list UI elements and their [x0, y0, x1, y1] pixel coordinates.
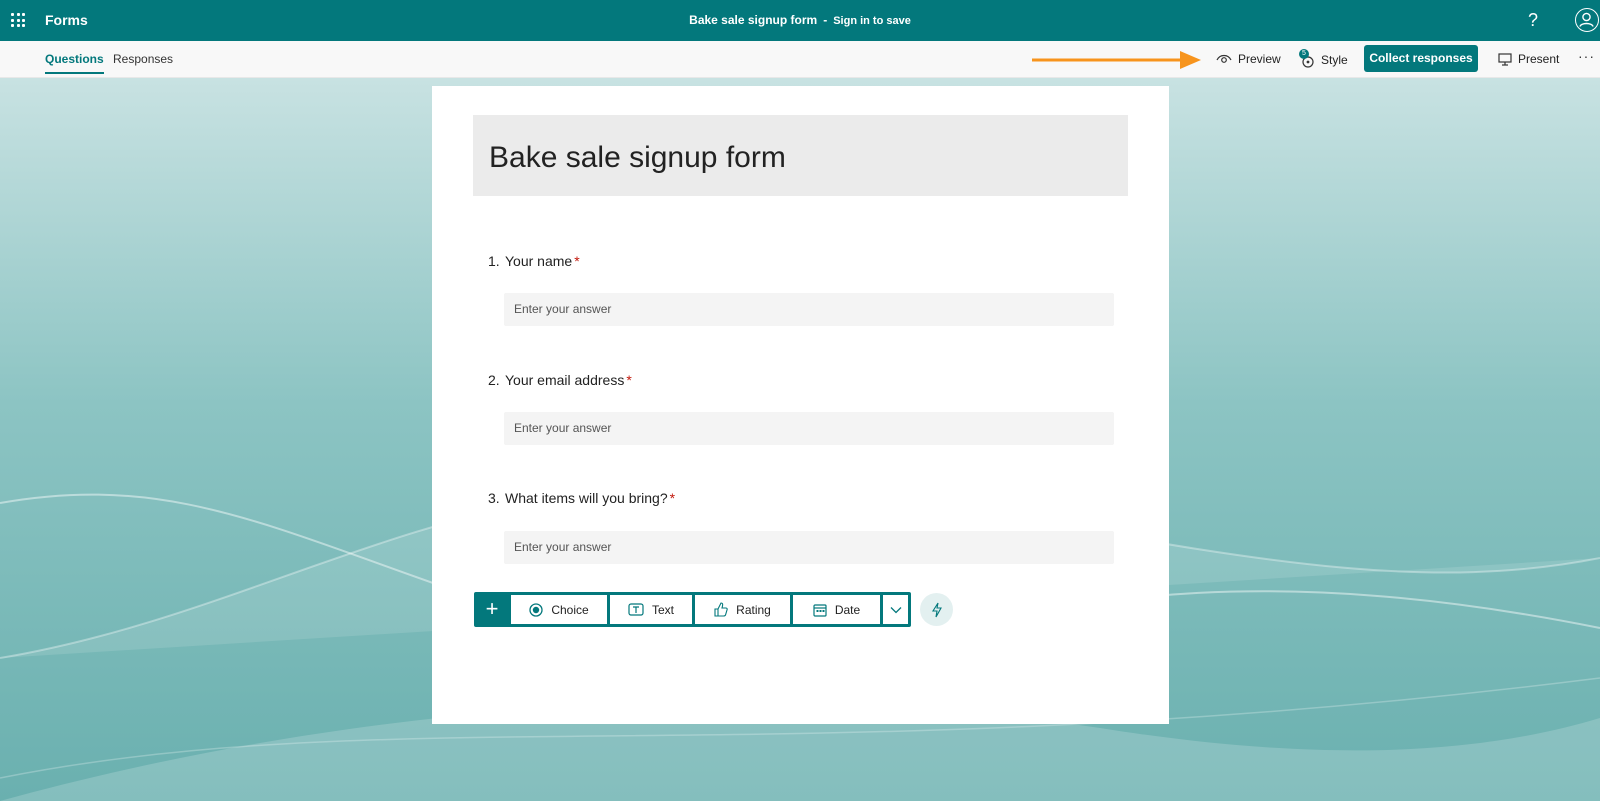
radio-icon: [529, 602, 543, 617]
form-title-header[interactable]: Bake sale signup form: [473, 115, 1128, 196]
answer-input-3[interactable]: [504, 531, 1114, 564]
question-1[interactable]: 1. Your name *: [488, 253, 580, 269]
answer-input-1[interactable]: [504, 293, 1114, 326]
question-text: What items will you bring?: [505, 490, 668, 506]
form-title: Bake sale signup form: [489, 141, 786, 174]
answer-input-2[interactable]: [504, 412, 1114, 445]
question-text: Your email address: [505, 372, 625, 388]
style-label: Style: [1321, 53, 1348, 67]
tab-responses[interactable]: Responses: [113, 52, 173, 66]
required-mark: *: [626, 372, 632, 388]
add-question-bar: + Choice Text Rating Date: [474, 592, 911, 627]
text-icon: [628, 603, 644, 616]
command-bar: Questions Responses: [0, 41, 1600, 78]
present-button[interactable]: Present: [1498, 52, 1559, 66]
account-icon[interactable]: [1575, 8, 1599, 32]
thumbs-up-icon: [714, 602, 728, 617]
form-card: Bake sale signup form 1.Your name* 2.You…: [432, 86, 1169, 724]
quick-suggestion-button[interactable]: [920, 593, 953, 626]
eye-icon: [1216, 54, 1232, 63]
document-title-area: Bake sale signup form - Sign in to save: [0, 13, 1600, 27]
more-options-icon[interactable]: ···: [1578, 48, 1595, 64]
question-3[interactable]: 3. What items will you bring? *: [488, 490, 675, 506]
add-text-button[interactable]: Text: [610, 595, 692, 624]
monitor-icon: [1498, 52, 1512, 66]
sign-in-to-save-link[interactable]: Sign in to save: [833, 15, 911, 27]
preview-label: Preview: [1238, 52, 1281, 66]
rating-label: Rating: [736, 602, 771, 617]
text-label: Text: [651, 602, 674, 617]
help-icon[interactable]: ?: [1528, 10, 1538, 31]
required-mark: *: [574, 253, 580, 269]
question-2[interactable]: 2. Your email address *: [488, 372, 632, 388]
question-number: 3.: [488, 490, 500, 506]
add-date-button[interactable]: Date: [793, 595, 880, 624]
question-number: 1.: [488, 253, 500, 269]
add-question-button[interactable]: +: [474, 592, 510, 627]
chevron-down-icon: [890, 606, 901, 613]
choice-label: Choice: [551, 602, 589, 617]
document-title[interactable]: Bake sale signup form: [689, 13, 817, 27]
tab-questions-label: Questions: [45, 52, 104, 66]
preview-button[interactable]: Preview: [1216, 52, 1281, 66]
palette-icon: 5: [1299, 49, 1315, 68]
style-button[interactable]: 5 Style: [1299, 49, 1348, 68]
style-badge: 5: [1299, 49, 1309, 59]
add-rating-button[interactable]: Rating: [695, 595, 790, 624]
required-mark: *: [669, 490, 676, 506]
question-number: 2.: [488, 372, 500, 388]
top-bar: Forms Bake sale signup form - Sign in to s…: [0, 0, 1600, 41]
person-icon: [1579, 12, 1594, 27]
tab-questions[interactable]: Questions: [45, 52, 104, 74]
annotation-arrow: [1032, 51, 1201, 69]
calendar-icon: [813, 603, 827, 617]
title-separator: -: [823, 13, 828, 27]
question-text: Your name: [505, 253, 573, 269]
collect-responses-button[interactable]: Collect responses: [1364, 45, 1478, 72]
more-question-types-button[interactable]: [883, 595, 908, 624]
lightning-icon: [931, 602, 942, 617]
present-label: Present: [1518, 52, 1560, 66]
active-tab-indicator: [45, 72, 104, 74]
date-label: Date: [834, 602, 861, 617]
add-choice-button[interactable]: Choice: [511, 595, 607, 624]
